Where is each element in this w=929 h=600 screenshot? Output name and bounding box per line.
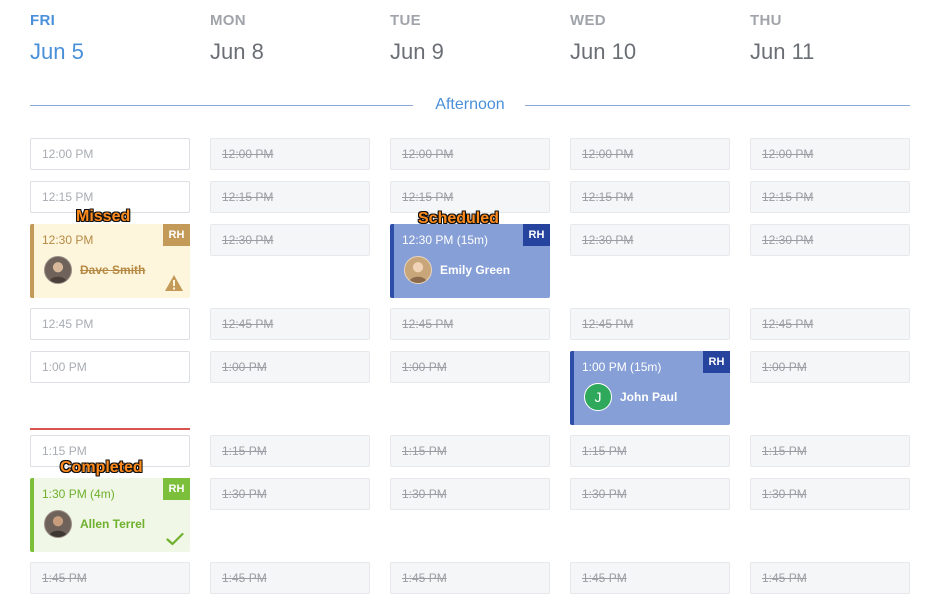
time-slot-unavailable: 1:15 PM (750, 435, 910, 467)
time-slot-unavailable: 1:45 PM (570, 562, 730, 594)
person-avatar-icon (408, 262, 428, 283)
section-label-afternoon: Afternoon (435, 96, 505, 113)
appointment-card-missed[interactable]: 12:30 PM Dave Smith RH (30, 224, 190, 298)
time-slot-unavailable: 12:30 PM (570, 224, 730, 256)
section-divider-right (525, 105, 910, 106)
patient-name: John Paul (620, 390, 678, 404)
day-name: FRI (30, 12, 56, 29)
avatar: J (584, 383, 612, 411)
day-date: Jun 11 (750, 39, 815, 64)
time-slot-unavailable: 1:15 PM (570, 435, 730, 467)
person-avatar-icon (48, 516, 68, 537)
time-slot-unavailable: 1:30 PM (210, 478, 370, 510)
checkmark-icon (166, 532, 184, 546)
patient-name: Allen Terrel (80, 517, 146, 531)
patient-name: Emily Green (440, 263, 511, 277)
day-header-wed: WED Jun 10 (570, 12, 730, 65)
time-slot-unavailable: 12:45 PM (210, 308, 370, 340)
time-slot-unavailable: 12:15 PM (390, 181, 550, 213)
patient-name: Dave Smith (80, 263, 146, 277)
time-slot[interactable]: 1:00 PM (30, 351, 190, 383)
day-date: Jun 5 (30, 39, 84, 64)
day-header-thu: THU Jun 11 (750, 12, 910, 65)
time-slot-unavailable: 1:00 PM (210, 351, 370, 383)
time-slot-unavailable: 12:30 PM (750, 224, 910, 256)
time-slot-unavailable: 1:45 PM (750, 562, 910, 594)
day-header-fri: FRI Jun 5 (30, 12, 190, 65)
time-slot-unavailable: 1:45 PM (210, 562, 370, 594)
annotation-completed: Completed (60, 459, 143, 476)
avatar (44, 510, 72, 538)
time-slot-unavailable: 12:00 PM (390, 138, 550, 170)
time-slot-unavailable: 12:45 PM (390, 308, 550, 340)
time-slot-unavailable: 1:45 PM (30, 562, 190, 594)
time-slot[interactable]: 12:00 PM (30, 138, 190, 170)
appointment-card-completed[interactable]: 1:30 PM (4m) Allen Terrel RH (30, 478, 190, 552)
annotation-missed: Missed (76, 208, 131, 225)
time-slot-unavailable: 1:15 PM (210, 435, 370, 467)
day-date: Jun 10 (570, 39, 637, 64)
time-slot-unavailable: 12:15 PM (750, 181, 910, 213)
warning-icon (165, 275, 183, 291)
day-date: Jun 9 (390, 39, 444, 64)
day-name: TUE (390, 12, 421, 29)
appointment-patient: Emily Green (402, 256, 550, 284)
time-slot[interactable]: 12:45 PM (30, 308, 190, 340)
time-slot-unavailable: 12:45 PM (570, 308, 730, 340)
time-slot-unavailable: 1:30 PM (570, 478, 730, 510)
day-name: THU (750, 12, 782, 29)
time-slot-unavailable: 1:00 PM (390, 351, 550, 383)
time-slot-unavailable: 1:15 PM (390, 435, 550, 467)
time-slot-unavailable: 12:00 PM (570, 138, 730, 170)
day-header-mon: MON Jun 8 (210, 12, 370, 65)
time-slot-unavailable: 12:45 PM (750, 308, 910, 340)
time-slot-unavailable: 12:30 PM (210, 224, 370, 256)
time-slot-unavailable: 1:00 PM (750, 351, 910, 383)
current-time-indicator (30, 428, 190, 430)
day-name: WED (570, 12, 606, 29)
provider-badge: RH (703, 351, 730, 373)
day-date: Jun 8 (210, 39, 264, 64)
avatar (404, 256, 432, 284)
time-slot-unavailable: 1:45 PM (390, 562, 550, 594)
section-divider-left (30, 105, 413, 106)
time-slot-unavailable: 12:00 PM (210, 138, 370, 170)
appointment-patient: J John Paul (582, 383, 730, 411)
day-header-tue: TUE Jun 9 (390, 12, 550, 65)
provider-badge: RH (523, 224, 550, 246)
time-slot-unavailable: 12:15 PM (570, 181, 730, 213)
day-name: MON (210, 12, 246, 29)
time-slot-unavailable: 1:30 PM (750, 478, 910, 510)
appointment-card-scheduled[interactable]: 1:00 PM (15m) J John Paul RH (570, 351, 730, 425)
time-slot-unavailable: 12:15 PM (210, 181, 370, 213)
appointment-card-scheduled[interactable]: 12:30 PM (15m) Emily Green RH (390, 224, 550, 298)
time-slot-unavailable: 12:00 PM (750, 138, 910, 170)
provider-badge: RH (163, 478, 190, 500)
annotation-scheduled: Scheduled (418, 210, 499, 227)
avatar (44, 256, 72, 284)
person-avatar-icon (48, 262, 68, 283)
provider-badge: RH (163, 224, 190, 246)
time-slot-unavailable: 1:30 PM (390, 478, 550, 510)
